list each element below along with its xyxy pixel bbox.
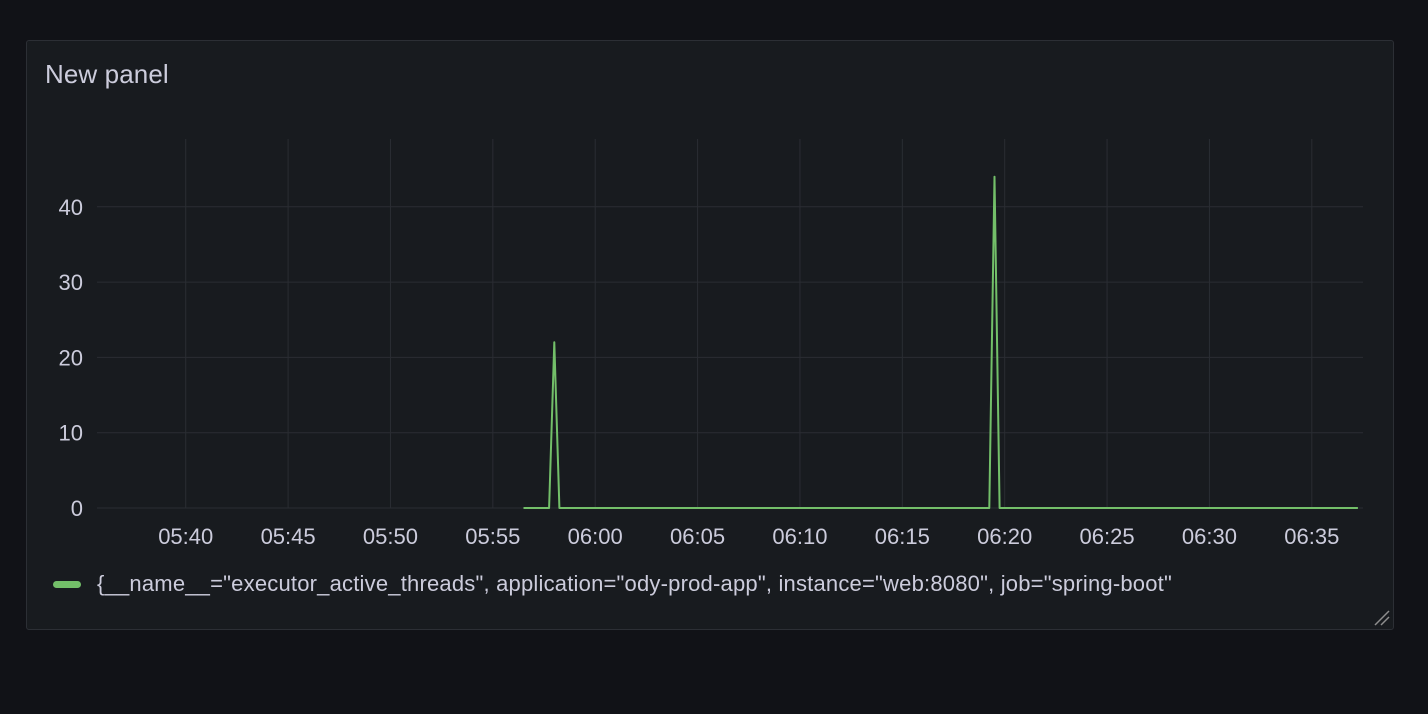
x-tick-label: 05:45 (261, 524, 316, 549)
legend[interactable]: {__name__="executor_active_threads", app… (53, 571, 1172, 597)
y-tick-label: 10 (59, 421, 83, 446)
x-tick-label: 06:20 (977, 524, 1032, 549)
x-tick-label: 06:00 (568, 524, 623, 549)
grid (97, 139, 1363, 509)
x-tick-label: 06:35 (1284, 524, 1339, 549)
series-line[interactable] (523, 175, 1358, 509)
resize-handle-icon[interactable] (1371, 607, 1391, 627)
chart[interactable]: 0 10 20 30 40 05:40 05:45 05:50 05:55 06:00 06:05… (27, 41, 1395, 631)
x-tick-label: 06:15 (875, 524, 930, 549)
y-tick-label: 40 (59, 195, 83, 220)
x-tick-label: 06:30 (1182, 524, 1237, 549)
panel: New panel 0 10 20 30 40 05:40 05:45 05:50 05:55… (26, 40, 1394, 630)
x-tick-label: 05:55 (465, 524, 520, 549)
y-tick-label: 0 (71, 496, 83, 521)
x-tick-label: 05:40 (158, 524, 213, 549)
legend-swatch (53, 580, 81, 588)
x-tick-label: 06:05 (670, 524, 725, 549)
x-axis: 05:40 05:45 05:50 05:55 06:00 06:05 06:10 06:15… (158, 524, 1339, 549)
y-tick-label: 30 (59, 270, 83, 295)
legend-label[interactable]: {__name__="executor_active_threads", app… (97, 571, 1172, 597)
x-tick-label: 06:25 (1080, 524, 1135, 549)
x-tick-label: 06:10 (772, 524, 827, 549)
series-layer (523, 175, 1358, 509)
y-tick-label: 20 (59, 345, 83, 370)
x-tick-label: 05:50 (363, 524, 418, 549)
y-axis: 0 10 20 30 40 (59, 195, 83, 521)
